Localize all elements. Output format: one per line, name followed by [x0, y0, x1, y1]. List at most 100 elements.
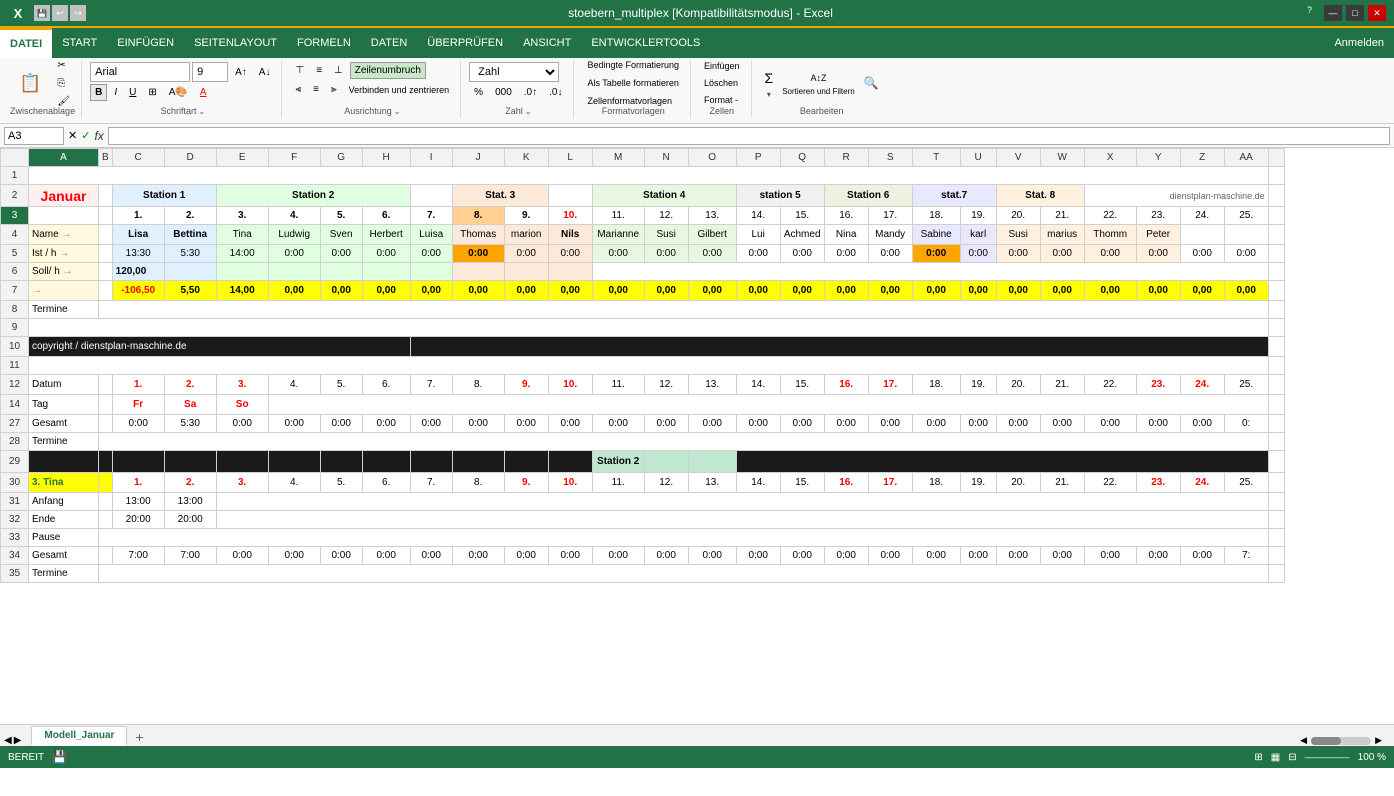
view-page-btn[interactable]: ⊟: [1288, 752, 1296, 763]
col-header-t[interactable]: T: [912, 149, 960, 167]
cell-j3[interactable]: 8.: [452, 207, 504, 225]
sheet-tab-modell-januar[interactable]: Modell_Januar: [31, 726, 127, 746]
cell-b27[interactable]: [99, 415, 113, 433]
cell-v4[interactable]: Susi: [996, 225, 1040, 245]
cell-a12[interactable]: Datum: [29, 375, 99, 395]
cell-a5[interactable]: Ist / h →: [29, 245, 99, 263]
cell-i12[interactable]: 7.: [410, 375, 452, 395]
cell-g4[interactable]: Sven: [320, 225, 362, 245]
close-btn[interactable]: ✕: [1368, 5, 1386, 21]
cell-f34[interactable]: 0:00: [268, 547, 320, 565]
delete-btn[interactable]: Löschen: [699, 75, 745, 91]
cell-n12[interactable]: 12.: [644, 375, 688, 395]
cell-c6[interactable]: 120,00: [112, 263, 164, 281]
col-header-d[interactable]: D: [164, 149, 216, 167]
cell-q4[interactable]: Achmed: [780, 225, 824, 245]
cell-b7[interactable]: [99, 281, 113, 301]
row-header-9[interactable]: 9: [1, 319, 29, 337]
menu-start[interactable]: START: [52, 28, 107, 58]
cell-e5[interactable]: 14:00: [216, 245, 268, 263]
cell-w5[interactable]: 0:00: [1040, 245, 1084, 263]
col-header-x[interactable]: X: [1084, 149, 1136, 167]
menu-ueberpruefen[interactable]: ÜBERPRÜFEN: [417, 28, 513, 58]
cell-o5[interactable]: 0:00: [688, 245, 736, 263]
cell-j27[interactable]: 0:00: [452, 415, 504, 433]
align-right-btn[interactable]: ⫸: [326, 81, 342, 98]
cell-g12[interactable]: 5.: [320, 375, 362, 395]
cell-n30[interactable]: 12.: [644, 473, 688, 493]
cell-w12[interactable]: 21.: [1040, 375, 1084, 395]
cell-k29[interactable]: [504, 451, 548, 473]
paste-btn[interactable]: 📋: [10, 70, 50, 97]
cell-d32[interactable]: 20:00: [164, 511, 216, 529]
cell-row11[interactable]: [29, 357, 1269, 375]
cell-o7[interactable]: 0,00: [688, 281, 736, 301]
cut-btn[interactable]: ✂: [52, 57, 75, 74]
cell-j2[interactable]: Stat. 3: [452, 185, 548, 207]
font-color-btn[interactable]: A: [195, 84, 212, 101]
cell-e30[interactable]: 3.: [216, 473, 268, 493]
cell-r3[interactable]: 16.: [824, 207, 868, 225]
cell-y12[interactable]: 23.: [1136, 375, 1180, 395]
cell-t5[interactable]: 0:00: [912, 245, 960, 263]
number-format-select[interactable]: Zahl: [469, 62, 559, 82]
cell-k5[interactable]: 0:00: [504, 245, 548, 263]
cell-p3[interactable]: 14.: [736, 207, 780, 225]
scroll-right-btn[interactable]: ▶: [1375, 735, 1382, 746]
cell-q30[interactable]: 15.: [780, 473, 824, 493]
row-header-35[interactable]: 35: [1, 565, 29, 583]
cell-o3[interactable]: 13.: [688, 207, 736, 225]
cell-e27[interactable]: 0:00: [216, 415, 268, 433]
cell-b14[interactable]: [99, 395, 113, 415]
cell-b32[interactable]: [99, 511, 113, 529]
cell-a32[interactable]: Ende: [29, 511, 99, 529]
cell-u5[interactable]: 0:00: [960, 245, 996, 263]
cell-l7[interactable]: 0,00: [548, 281, 592, 301]
row-header-14[interactable]: 14: [1, 395, 29, 415]
cell-u7[interactable]: 0,00: [960, 281, 996, 301]
cell-j34[interactable]: 0:00: [452, 547, 504, 565]
scrollbar-thumb[interactable]: [1311, 737, 1341, 745]
row-header-8[interactable]: 8: [1, 301, 29, 319]
row-header-6[interactable]: 6: [1, 263, 29, 281]
cell-c2[interactable]: Station 1: [112, 185, 216, 207]
cell-p30[interactable]: 14.: [736, 473, 780, 493]
cell-m4[interactable]: Marianne: [592, 225, 644, 245]
cell-y5[interactable]: 0:00: [1136, 245, 1180, 263]
cell-b4[interactable]: [99, 225, 113, 245]
cell-c14[interactable]: Fr: [112, 395, 164, 415]
cell-aa30[interactable]: 25.: [1224, 473, 1268, 493]
cell-u3[interactable]: 19.: [960, 207, 996, 225]
cell-m30[interactable]: 11.: [592, 473, 644, 493]
minimize-btn[interactable]: —: [1324, 5, 1342, 21]
cell-a6[interactable]: Soll/ h →: [29, 263, 99, 281]
col-header-r[interactable]: R: [824, 149, 868, 167]
cell-o30[interactable]: 13.: [688, 473, 736, 493]
cell-d12[interactable]: 2.: [164, 375, 216, 395]
col-header-h[interactable]: H: [362, 149, 410, 167]
menu-formeln[interactable]: FORMELN: [287, 28, 361, 58]
conditional-format-btn[interactable]: Bedingte Formatierung: [582, 57, 684, 73]
cell-z3[interactable]: 24.: [1180, 207, 1224, 225]
cell-e6[interactable]: [216, 263, 268, 281]
cell-h27[interactable]: 0:00: [362, 415, 410, 433]
cell-x3[interactable]: 22.: [1084, 207, 1136, 225]
cell-m7[interactable]: 0,00: [592, 281, 644, 301]
cell-i6[interactable]: [410, 263, 452, 281]
cell-i3[interactable]: 7.: [410, 207, 452, 225]
cell-e29[interactable]: [216, 451, 268, 473]
col-header-n[interactable]: N: [644, 149, 688, 167]
cell-aa34[interactable]: 7:: [1224, 547, 1268, 565]
cell-f12[interactable]: 4.: [268, 375, 320, 395]
cell-c7[interactable]: -106,50: [112, 281, 164, 301]
cell-m2[interactable]: Station 4: [592, 185, 736, 207]
row-header-1[interactable]: 1: [1, 167, 29, 185]
col-header-y[interactable]: Y: [1136, 149, 1180, 167]
cell-i4[interactable]: Luisa: [410, 225, 452, 245]
cell-v34[interactable]: 0:00: [996, 547, 1040, 565]
cell-o34[interactable]: 0:00: [688, 547, 736, 565]
cell-o29[interactable]: [688, 451, 736, 473]
copy-btn[interactable]: ⎘: [52, 75, 75, 92]
cell-c32[interactable]: 20:00: [112, 511, 164, 529]
cell-i27[interactable]: 0:00: [410, 415, 452, 433]
